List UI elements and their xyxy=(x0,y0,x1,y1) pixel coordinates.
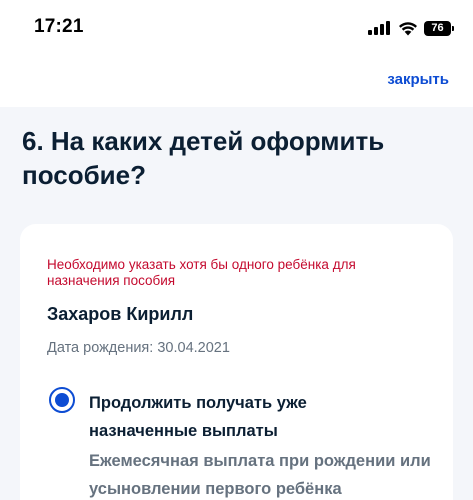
birth-date-label: Дата рождения: xyxy=(47,340,154,356)
payment-description: Ежемесячная выплата при рождении или усы… xyxy=(89,452,431,498)
battery-icon: 76 xyxy=(424,20,454,36)
status-bar: 17:21 76 xyxy=(0,0,473,58)
continue-payments-label[interactable]: Продолжить получать уже назначенные выпл… xyxy=(89,389,389,445)
signal-icon xyxy=(368,21,392,35)
child-card: Необходимо указать хотя бы одного ребёнк… xyxy=(20,224,453,500)
status-time: 17:21 xyxy=(34,16,84,37)
status-icons: 76 xyxy=(368,19,454,37)
radio-selected-dot xyxy=(55,393,69,407)
birth-date-value: 30.04.2021 xyxy=(157,340,230,356)
continue-payments-radio[interactable] xyxy=(49,387,75,413)
child-name: Захаров Кирилл xyxy=(47,304,194,324)
wifi-icon xyxy=(399,22,417,36)
top-panel: 17:21 76 закрыть xyxy=(0,0,473,107)
battery-level: 76 xyxy=(431,22,444,34)
close-button[interactable]: закрыть xyxy=(387,71,449,88)
birth-date: Дата рождения: 30.04.2021 xyxy=(47,340,230,356)
error-message: Необходимо указать хотя бы одного ребёнк… xyxy=(47,257,356,288)
page-title: 6. На каких детей оформить пособие? xyxy=(22,126,385,190)
